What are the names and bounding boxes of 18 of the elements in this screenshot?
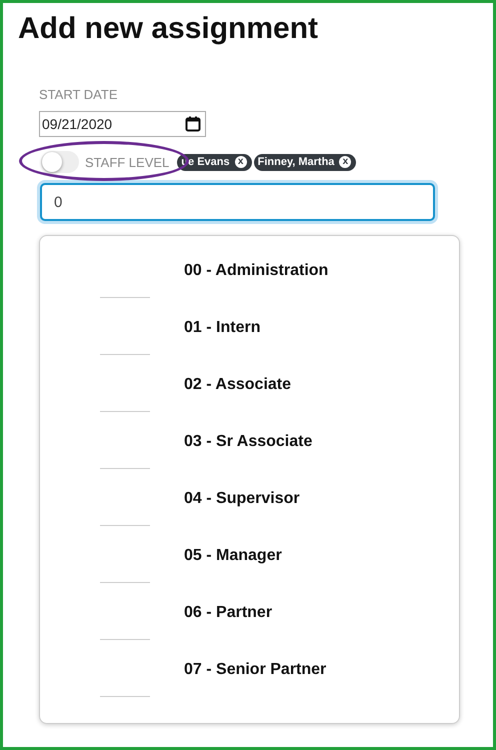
date-field[interactable]: 09/21/2020 — [39, 111, 206, 137]
chip-label: Finney, Martha — [258, 156, 334, 168]
dropdown-option[interactable]: 00 - Administration — [184, 262, 328, 280]
remove-button[interactable]: x — [234, 156, 247, 168]
dropdown-option[interactable]: 07 - Senior Partner — [184, 661, 326, 679]
dropdown-option[interactable]: 01 - Intern — [184, 319, 260, 337]
toggle-label: STAFF LEVEL — [85, 154, 170, 170]
dropdown-option[interactable]: 04 - Supervisor — [184, 490, 300, 508]
search-field[interactable]: 0 — [40, 183, 435, 221]
dropdown-option[interactable]: 06 - Partner — [184, 604, 272, 622]
remove-button[interactable]: x — [339, 156, 352, 168]
field-label: START DATE — [39, 87, 118, 102]
dropdown-option[interactable]: 05 - Manager — [184, 547, 282, 565]
page-title: Add new assignment — [18, 11, 318, 47]
calendar-icon[interactable] — [185, 116, 201, 132]
toggle-switch[interactable] — [41, 151, 79, 173]
dropdown-option[interactable]: 03 - Sr Associate — [184, 433, 312, 451]
dropdown-option[interactable]: 02 - Associate — [184, 376, 292, 394]
